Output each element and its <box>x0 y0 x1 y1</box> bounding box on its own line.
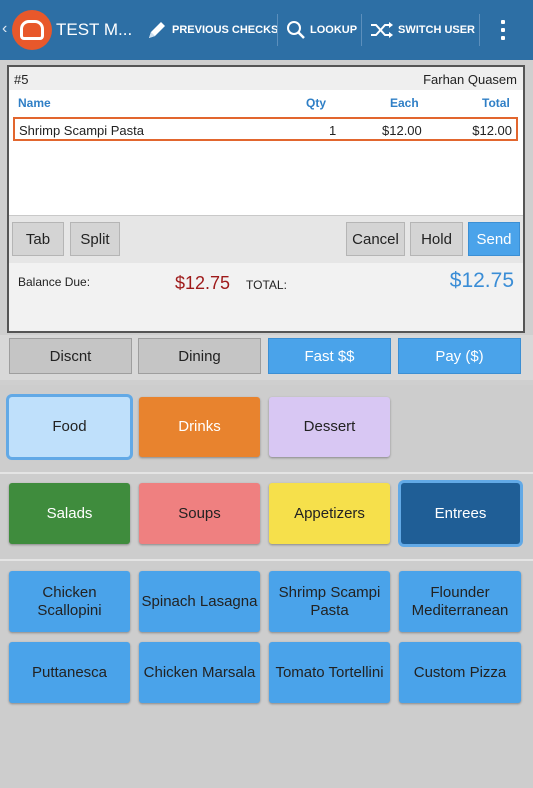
order-panel: #5 Farhan Quasem Name Qty Each Total Shr… <box>7 65 525 333</box>
column-header-total: Total <box>482 96 510 110</box>
lookup-button[interactable]: LOOKUP <box>286 0 357 60</box>
dining-button[interactable]: Dining <box>138 338 261 374</box>
switch-user-label: SWITCH USER <box>398 24 475 36</box>
total-label: TOTAL: <box>246 278 287 292</box>
order-button-bar: Tab Split Cancel Hold Send <box>9 215 523 263</box>
back-chevron-icon[interactable]: ‹ <box>2 20 7 38</box>
order-header: #5 Farhan Quasem <box>9 67 523 90</box>
previous-checks-button[interactable]: PREVIOUS CHECKS <box>146 0 278 60</box>
menu-item-custom-pizza[interactable]: Custom Pizza <box>399 642 521 703</box>
menu-item-chicken-marsala[interactable]: Chicken Marsala <box>139 642 260 703</box>
category-appetizers[interactable]: Appetizers <box>269 483 390 544</box>
order-item-name: Shrimp Scampi Pasta <box>19 123 144 138</box>
menu-group-drinks[interactable]: Drinks <box>139 397 260 457</box>
pay-button[interactable]: Pay ($) <box>398 338 521 374</box>
total-value: $12.75 <box>449 269 514 292</box>
search-icon <box>287 21 305 39</box>
menu-item-shrimp-scampi-pasta[interactable]: Shrimp Scampi Pasta <box>269 571 390 632</box>
menu-item-tomato-tortellini[interactable]: Tomato Tortellini <box>269 642 390 703</box>
menu-item-spinach-lasagna[interactable]: Spinach Lasagna <box>139 571 260 632</box>
discount-button[interactable]: Discnt <box>9 338 132 374</box>
action-bar: ‹ TEST M... PREVIOUS CHECKS LOOKUP SWITC… <box>0 0 533 60</box>
menu-item-puttanesca[interactable]: Puttanesca <box>9 642 130 703</box>
split-button[interactable]: Split <box>70 222 120 256</box>
menu-group-dessert[interactable]: Dessert <box>269 397 390 457</box>
lookup-label: LOOKUP <box>310 24 358 36</box>
pencil-icon <box>149 22 165 38</box>
balance-due-label: Balance Due: <box>18 275 91 289</box>
column-header-each: Each <box>390 96 419 110</box>
menu-group-food[interactable]: Food <box>9 397 130 457</box>
overflow-menu-icon[interactable] <box>496 18 510 42</box>
totals-area: Balance Due: $12.75 TOTAL: $12.75 <box>9 263 523 331</box>
function-button-strip: Discnt Dining Fast $$ Pay ($) <box>0 335 533 380</box>
app-title[interactable]: TEST M... <box>56 20 132 40</box>
category-salads[interactable]: Salads <box>9 483 130 544</box>
category-soups[interactable]: Soups <box>139 483 260 544</box>
cancel-button[interactable]: Cancel <box>346 222 405 256</box>
menu-item-chicken-scallopini[interactable]: Chicken Scallopini <box>9 571 130 632</box>
order-item-row[interactable]: Shrimp Scampi Pasta 1 $12.00 $12.00 <box>13 117 518 141</box>
order-item-qty: 1 <box>329 123 337 138</box>
fast-cash-button[interactable]: Fast $$ <box>268 338 391 374</box>
switch-user-button[interactable]: SWITCH USER <box>370 0 475 60</box>
shuffle-icon <box>371 22 393 38</box>
server-name: Farhan Quasem <box>423 72 517 87</box>
menu-grid-area: Food Drinks Dessert Salads Soups Appetiz… <box>0 385 533 788</box>
order-item-total: $12.00 <box>472 123 512 138</box>
column-header-name: Name <box>18 96 51 110</box>
app-logo-icon[interactable] <box>12 10 52 50</box>
tab-button[interactable]: Tab <box>12 222 64 256</box>
send-button[interactable]: Send <box>468 222 520 256</box>
menu-item-flounder-mediterranean[interactable]: Flounder Mediterranean <box>399 571 521 632</box>
balance-due-value: $12.75 <box>175 273 231 293</box>
previous-checks-label: PREVIOUS CHECKS <box>172 24 279 36</box>
category-entrees[interactable]: Entrees <box>401 483 520 544</box>
column-header-qty: Qty <box>306 96 327 110</box>
check-number: #5 <box>14 72 29 87</box>
order-item-each: $12.00 <box>382 123 422 138</box>
hold-button[interactable]: Hold <box>410 222 463 256</box>
